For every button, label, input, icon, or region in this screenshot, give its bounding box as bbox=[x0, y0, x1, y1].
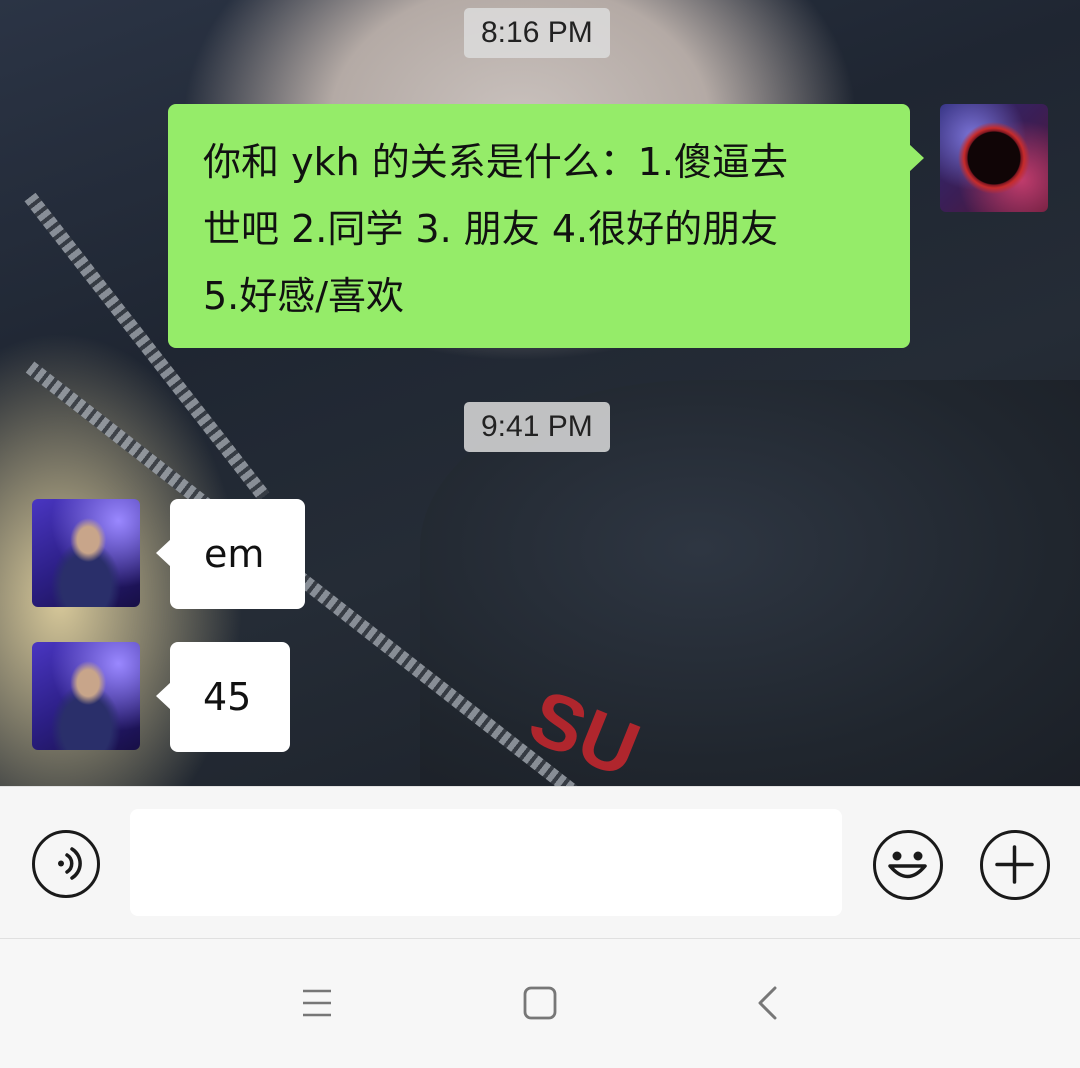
voice-button[interactable] bbox=[32, 830, 100, 898]
wechat-chat-screen: SU 8:16 PM 你和 ykh 的关系是什么：1.傻逼去 世吧 2.同学 3… bbox=[0, 0, 1080, 1068]
message-timestamp: 9:41 PM bbox=[464, 402, 610, 452]
home-button[interactable] bbox=[505, 968, 575, 1038]
menu-icon bbox=[303, 989, 331, 1017]
plus-icon bbox=[995, 845, 1034, 884]
system-navigation-bar bbox=[0, 939, 1080, 1068]
incoming-message-bubble[interactable]: em bbox=[156, 499, 305, 609]
message-timestamp: 8:16 PM bbox=[464, 8, 610, 58]
message-text: em bbox=[204, 531, 265, 576]
message-text: 你和 ykh 的关系是什么：1.傻逼去 世吧 2.同学 3. 朋友 4.很好的朋… bbox=[203, 140, 788, 318]
background-logo-graphic: SU bbox=[517, 671, 652, 786]
emoji-button[interactable] bbox=[873, 830, 943, 900]
back-button[interactable] bbox=[733, 968, 803, 1038]
voice-icon bbox=[58, 847, 82, 880]
home-icon bbox=[523, 986, 557, 1020]
self-avatar[interactable] bbox=[940, 104, 1048, 212]
more-button[interactable] bbox=[980, 830, 1050, 900]
outgoing-message-bubble[interactable]: 你和 ykh 的关系是什么：1.傻逼去 世吧 2.同学 3. 朋友 4.很好的朋… bbox=[168, 104, 924, 348]
back-icon bbox=[758, 986, 777, 1020]
emoji-icon bbox=[888, 851, 927, 879]
contact-avatar[interactable] bbox=[32, 499, 140, 607]
incoming-message-bubble[interactable]: 45 bbox=[156, 642, 290, 752]
menu-button[interactable] bbox=[282, 968, 352, 1038]
message-input[interactable] bbox=[130, 809, 842, 916]
contact-avatar[interactable] bbox=[32, 642, 140, 750]
message-text: 45 bbox=[203, 674, 252, 719]
chat-background[interactable]: SU 8:16 PM 你和 ykh 的关系是什么：1.傻逼去 世吧 2.同学 3… bbox=[0, 0, 1080, 786]
message-input-bar bbox=[0, 786, 1080, 939]
